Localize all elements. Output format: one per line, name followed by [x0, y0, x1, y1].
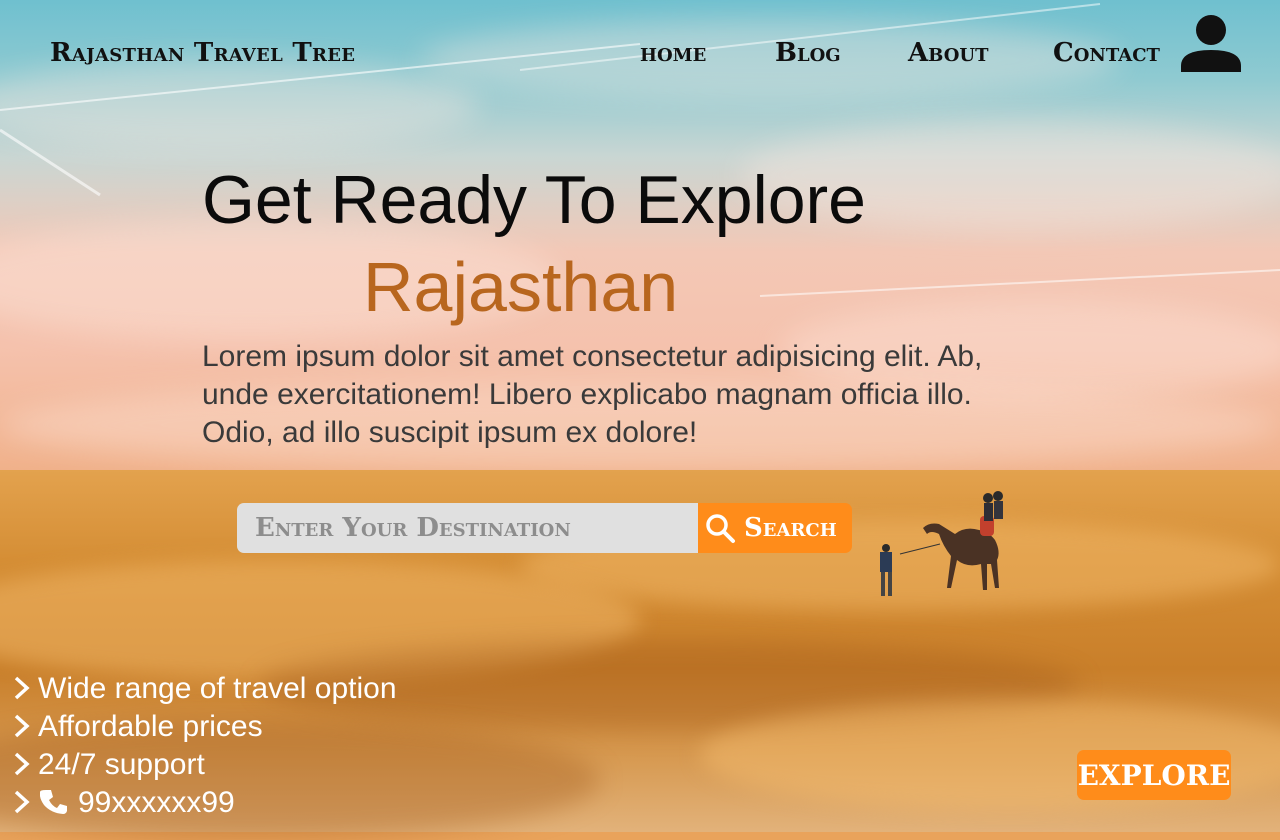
hero-subheadline: Rajasthan	[363, 248, 679, 326]
feature-text: Wide range of travel option	[38, 672, 397, 705]
feature-item: 24/7 support	[12, 748, 472, 786]
nav-item-contact[interactable]: Contact	[1053, 38, 1160, 68]
phone-number[interactable]: 99xxxxxx99	[78, 786, 235, 820]
main-nav: home Blog About Contact	[0, 38, 1280, 78]
chevron-right-icon	[14, 790, 30, 814]
search-icon	[706, 514, 735, 543]
explore-button[interactable]: EXPLORE	[1077, 750, 1231, 800]
hero-description: Lorem ipsum dolor sit amet consectetur a…	[202, 340, 983, 449]
camel-rider-silhouette	[880, 491, 1003, 596]
search-button-label: Search	[744, 513, 837, 543]
feature-text: 24/7 support	[38, 748, 205, 781]
user-icon[interactable]	[1181, 14, 1241, 72]
hero-headline: Get Ready To Explore	[202, 162, 866, 238]
chevron-right-icon	[14, 714, 30, 738]
nav-item-about[interactable]: About	[908, 38, 989, 68]
nav-item-blog[interactable]: Blog	[775, 38, 841, 68]
phone-icon	[40, 790, 67, 814]
feature-item: Wide range of travel option	[12, 672, 472, 710]
nav-item-home[interactable]: home	[640, 38, 706, 68]
feature-item-phone: 99xxxxxx99	[12, 786, 472, 824]
chevron-right-icon	[14, 752, 30, 776]
search-button[interactable]: Search	[698, 503, 852, 553]
feature-item: Affordable prices	[12, 710, 472, 748]
destination-search-input[interactable]	[237, 503, 699, 553]
chevron-right-icon	[14, 676, 30, 700]
feature-text: Affordable prices	[38, 710, 263, 743]
